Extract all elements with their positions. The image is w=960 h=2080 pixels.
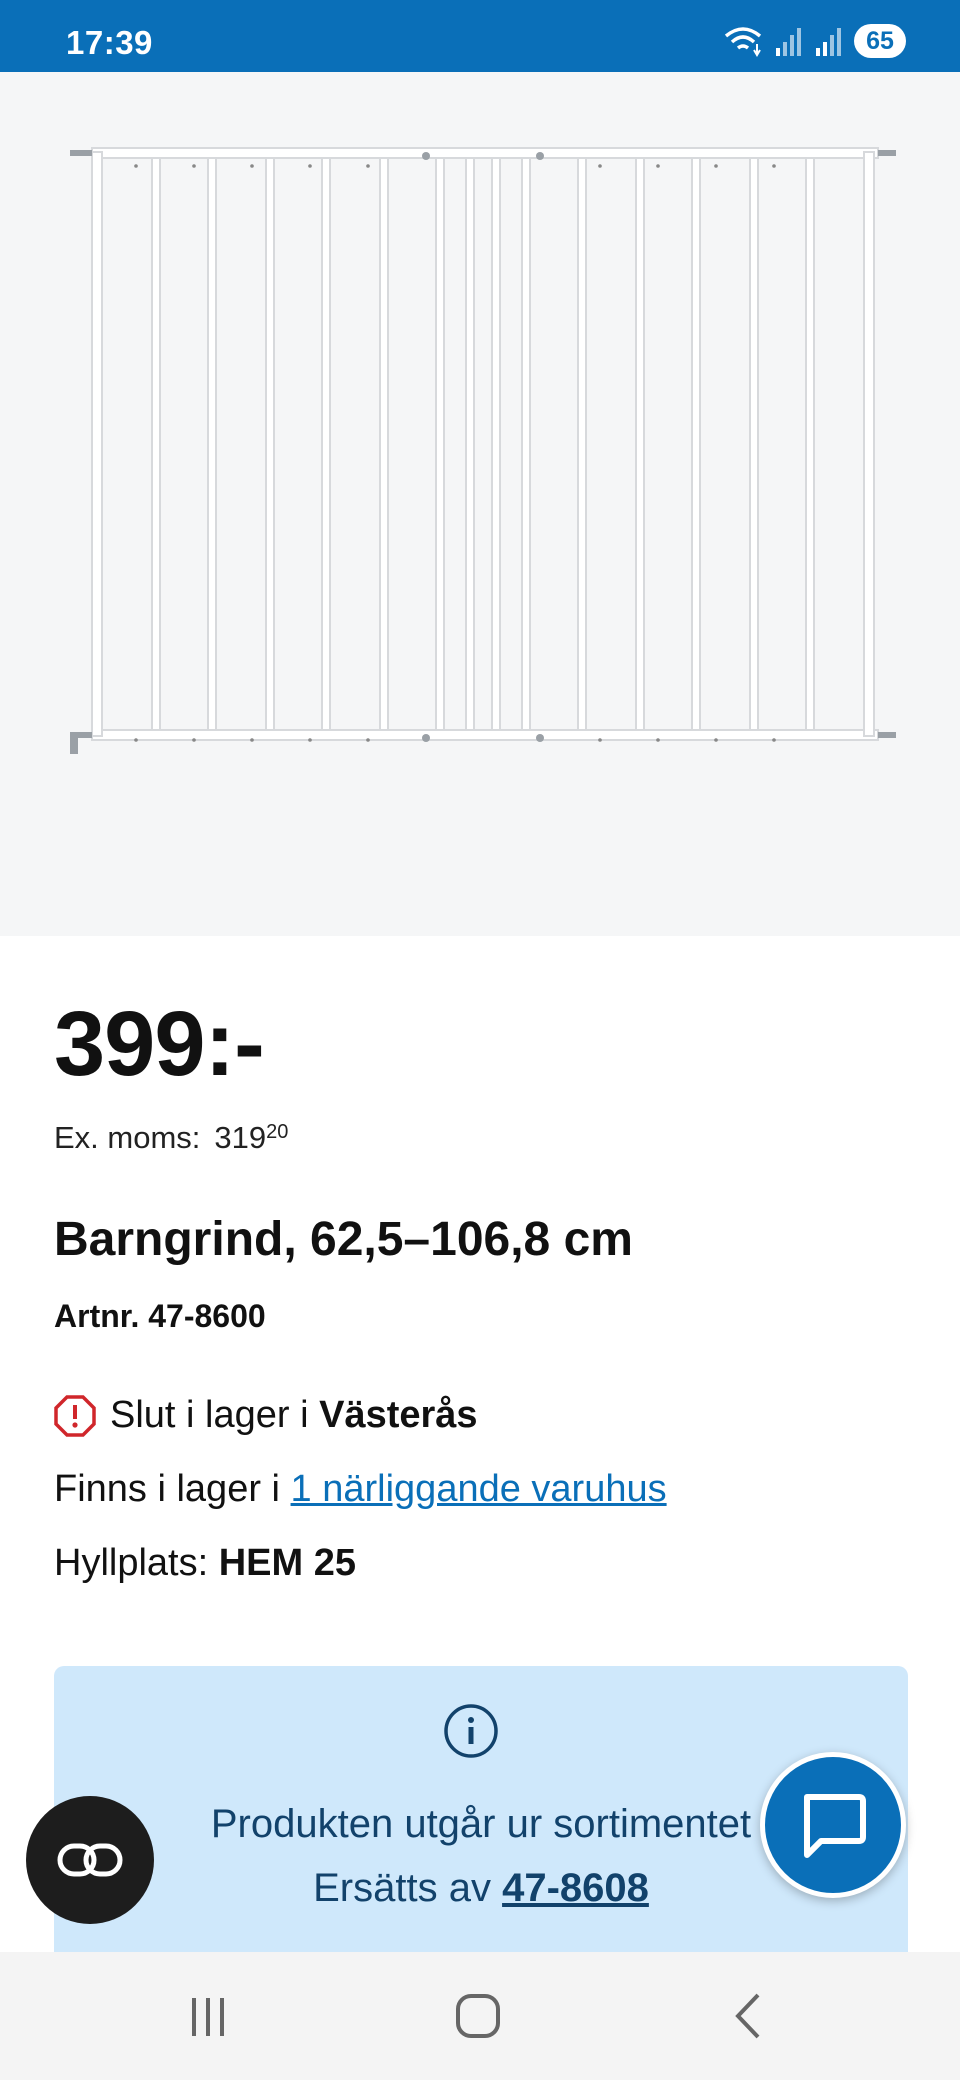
shelf-location: Hyllplats: HEM 25 [54,1542,356,1585]
stock-status-nearby: Finns i lager i 1 närliggande varuhus [54,1468,667,1511]
product-image[interactable] [0,72,960,936]
battery-icon: 65 [854,24,906,58]
replacement-label: Ersätts av [313,1866,503,1910]
store-name: Västerås [319,1394,478,1436]
signal-icon [816,28,841,56]
warning-icon [54,1394,96,1437]
ex-moms-label: Ex. moms: [54,1120,201,1155]
nearby-stores-link[interactable]: 1 närliggande varuhus [291,1468,667,1510]
shelf-label: Hyllplats: [54,1542,219,1584]
ex-moms-decimals: 20 [266,1121,289,1143]
info-icon [444,1704,498,1758]
recent-apps-icon [192,1998,224,2036]
article-number: Artnr. 47-8600 [54,1298,266,1334]
ex-moms-price: Ex. moms: 31920 [54,1120,288,1156]
wifi-icon [724,27,762,57]
back-button[interactable] [708,1986,788,2046]
ar-view-button[interactable] [26,1796,154,1924]
stock-status-local: Slut i lager i Västerås [54,1394,478,1437]
price: 399:- [54,993,265,1095]
system-nav-bar [0,1952,960,2080]
status-time: 17:39 [66,24,153,61]
home-button[interactable] [438,1986,518,2046]
signal-icon [776,28,801,56]
chat-button[interactable] [760,1752,906,1898]
product-title: Barngrind, 62,5–106,8 cm [54,1213,633,1266]
ex-moms-value: 319 [214,1120,267,1155]
back-icon [735,1993,760,2039]
home-icon [456,1994,500,2038]
status-bar: 17:39 65 [0,0,960,72]
available-text: Finns i lager i [54,1468,291,1510]
status-icons: 65 [722,24,906,58]
recent-apps-button[interactable] [168,1986,248,2046]
chat-icon [804,1794,866,1858]
replacement-link[interactable]: 47-8608 [502,1866,649,1910]
out-of-stock-text: Slut i lager i [110,1394,320,1436]
ar-icon [57,1843,123,1877]
shelf-value: HEM 25 [218,1542,356,1584]
